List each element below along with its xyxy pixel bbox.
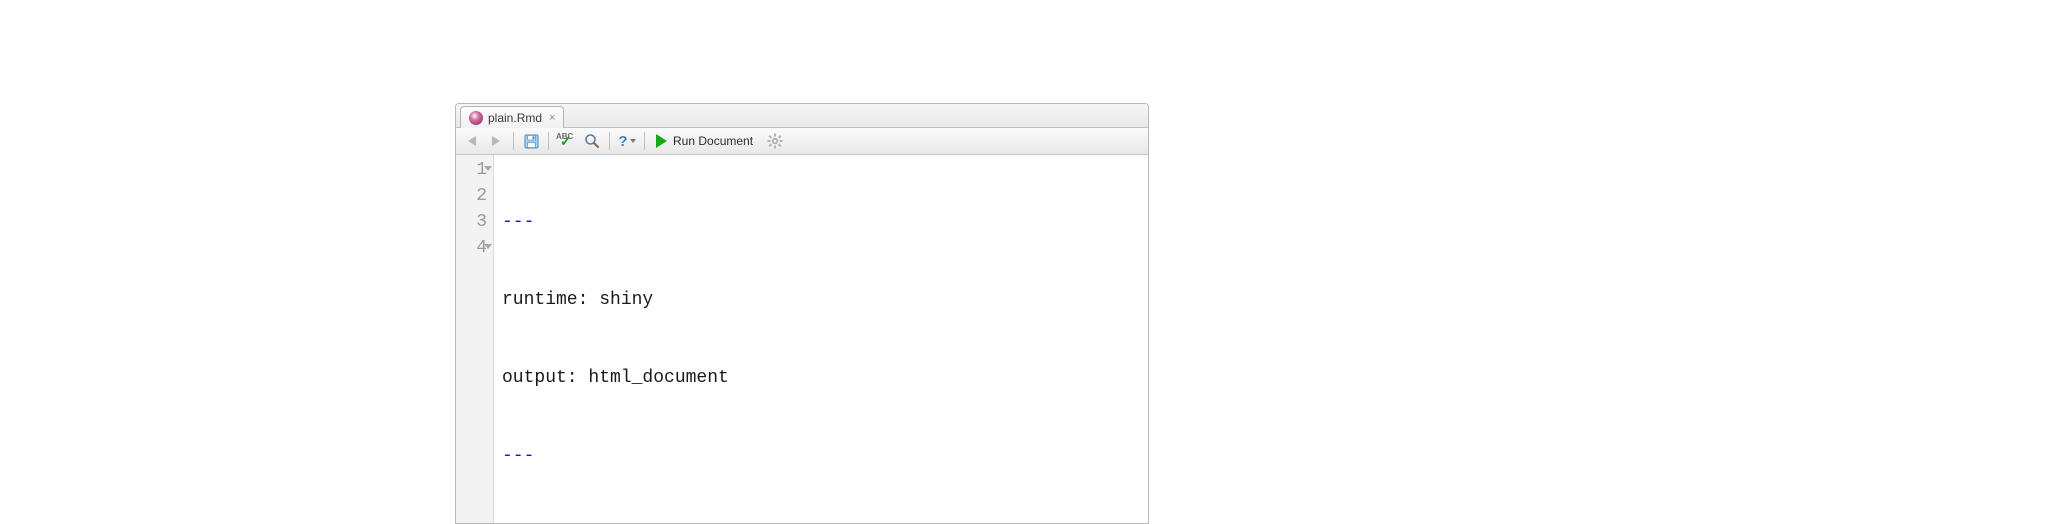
nav-forward-button[interactable] [486,131,506,151]
find-button[interactable] [582,131,602,151]
search-icon [584,133,600,149]
rmd-file-icon [469,111,483,125]
toolbar-separator [513,132,514,150]
tab-filename: plain.Rmd [488,111,542,125]
yaml-delimiter: --- [502,212,534,232]
chevron-down-icon [630,139,636,143]
arrow-right-icon [492,136,500,146]
line-gutter: 1 2 3 4 [456,155,494,523]
document-options-button[interactable] [765,131,785,151]
toolbar-separator [609,132,610,150]
gear-icon [767,133,783,149]
fold-icon[interactable] [484,244,492,249]
save-icon [524,134,539,149]
run-document-button[interactable]: Run Document [652,131,761,151]
line-number: 4 [466,235,487,261]
file-tab[interactable]: plain.Rmd × [460,106,564,128]
help-icon: ? [618,133,627,150]
editor-pane: plain.Rmd × ABC ✓ [455,103,1149,524]
toolbar-separator [548,132,549,150]
close-icon[interactable]: × [549,112,555,124]
line-number: 3 [466,209,487,235]
arrow-left-icon [468,136,476,146]
help-menu-button[interactable]: ? [617,131,637,151]
toolbar-separator [644,132,645,150]
editor-toolbar: ABC ✓ ? Run Document [456,128,1148,155]
line-number: 1 [466,157,487,183]
code-line: runtime: shiny [502,290,653,310]
save-button[interactable] [521,131,541,151]
yaml-delimiter: --- [502,446,534,466]
spellcheck-icon: ABC ✓ [556,133,578,149]
code-editor[interactable]: 1 2 3 4 --- runtime: shiny output: html_… [456,155,1148,523]
tab-bar: plain.Rmd × [456,104,1148,128]
code-content[interactable]: --- runtime: shiny output: html_document… [494,155,729,523]
play-icon [656,134,667,148]
run-document-label: Run Document [673,134,753,148]
line-number: 2 [466,183,487,209]
nav-back-button[interactable] [462,131,482,151]
code-line: output: html_document [502,368,729,388]
spellcheck-button[interactable]: ABC ✓ [556,131,578,151]
fold-icon[interactable] [484,166,492,171]
